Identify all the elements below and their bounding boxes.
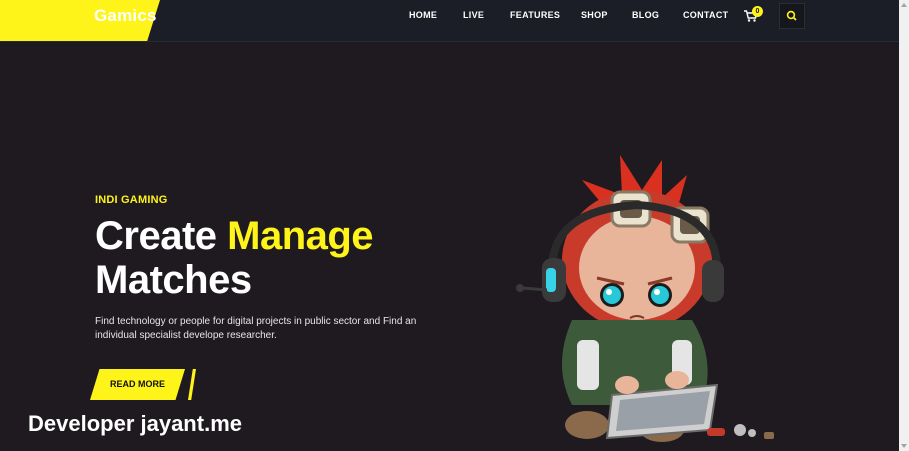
search-button[interactable]	[779, 3, 805, 29]
nav-live[interactable]: LIVE	[463, 10, 484, 20]
button-stripe-decoration	[188, 369, 196, 400]
hero-title-part2: Matches	[95, 258, 252, 302]
scrollbar[interactable]	[899, 0, 909, 451]
site-header: Gamics HOME LIVE FEATURES SHOP BLOG CONT…	[0, 0, 899, 42]
hero-title-accent: Manage	[227, 214, 374, 258]
nav-features[interactable]: FEATURES	[510, 10, 560, 20]
nav-home[interactable]: HOME	[409, 10, 437, 20]
nav-blog[interactable]: BLOG	[632, 10, 659, 20]
hero-title: Create Manage Matches	[95, 214, 374, 302]
hero-description: Find technology or people for digital pr…	[95, 316, 417, 341]
nav-shop[interactable]: SHOP	[581, 10, 608, 20]
scroll-up-icon[interactable]	[901, 3, 907, 7]
scroll-down-icon[interactable]	[901, 444, 907, 448]
watermark-text: Developer jayant.me	[28, 411, 242, 436]
hero-subtitle: INDI GAMING	[95, 194, 168, 206]
cart-count-badge: 0	[752, 6, 763, 17]
search-icon	[786, 10, 797, 21]
gamer-character-illustration	[516, 155, 774, 442]
read-more-button[interactable]: READ MORE	[90, 369, 185, 400]
site-logo[interactable]: Gamics	[94, 6, 157, 26]
nav-contact[interactable]: CONTACT	[683, 10, 728, 20]
hero-title-part1: Create	[95, 214, 228, 258]
